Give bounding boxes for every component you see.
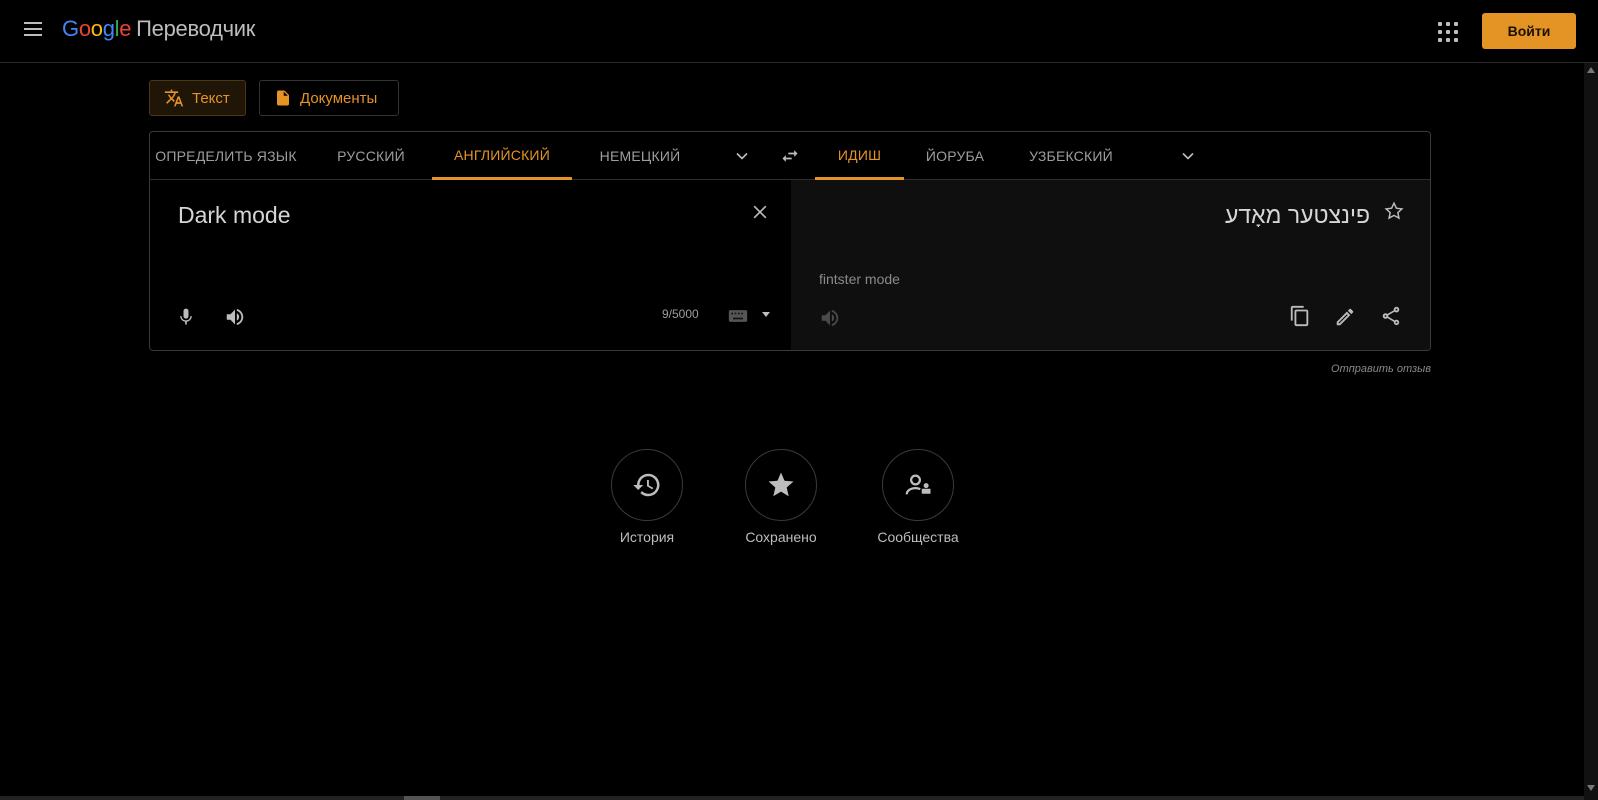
speaker-icon[interactable]	[224, 306, 246, 328]
google-translate-logo[interactable]: Google Переводчик	[62, 16, 255, 42]
mode-text-label: Текст	[192, 89, 230, 107]
tab-detect-language[interactable]: ОПРЕДЕЛИТЬ ЯЗЫК	[150, 132, 302, 180]
caret-down-icon[interactable]	[762, 312, 770, 317]
microphone-icon[interactable]	[176, 306, 196, 328]
tab-source-english[interactable]: АНГЛИЙСКИЙ	[432, 132, 572, 180]
horizontal-scrollbar[interactable]	[0, 796, 1584, 800]
target-pane: פינצטער מאָדע fintster mode	[791, 180, 1430, 350]
star-outline-icon[interactable]	[1383, 200, 1405, 222]
saved-shortcut[interactable]: Сохранено	[724, 449, 834, 549]
top-app-bar: Google Переводчик Войти	[0, 0, 1598, 63]
logo-letter: e	[119, 16, 132, 41]
transliteration-text: fintster mode	[819, 271, 900, 287]
history-label: История	[619, 529, 675, 545]
scroll-up-arrow-icon[interactable]	[1587, 67, 1595, 73]
source-text-input[interactable]: Dark mode	[178, 202, 290, 229]
translator-card: ОПРЕДЕЛИТЬ ЯЗЫК РУССКИЙ АНГЛИЙСКИЙ НЕМЕЦ…	[149, 131, 1431, 351]
language-bar: ОПРЕДЕЛИТЬ ЯЗЫК РУССКИЙ АНГЛИЙСКИЙ НЕМЕЦ…	[150, 132, 1430, 180]
translation-output: פינצטער מאָדע	[1225, 202, 1370, 228]
logo-letter: o	[78, 16, 91, 41]
community-label: Сообщества	[877, 529, 959, 545]
community-person-icon	[905, 474, 931, 495]
send-feedback-link[interactable]: Отправить отзыв	[1331, 363, 1431, 375]
community-button[interactable]	[882, 449, 954, 521]
character-counter: 9/5000	[662, 307, 699, 321]
speaker-icon	[821, 309, 839, 327]
chevron-down-icon[interactable]	[1178, 146, 1198, 166]
chevron-down-icon[interactable]	[732, 146, 752, 166]
saved-button[interactable]	[745, 449, 817, 521]
copy-icon[interactable]	[1289, 304, 1311, 328]
history-icon	[633, 473, 660, 497]
keyboard-icon[interactable]	[728, 308, 772, 324]
saved-label: Сохранено	[745, 529, 817, 545]
apps-grid-icon[interactable]	[1436, 20, 1460, 44]
menu-icon[interactable]	[20, 18, 46, 44]
scrollbar-thumb[interactable]	[404, 796, 440, 800]
tab-source-german[interactable]: НЕМЕЦКИЙ	[584, 132, 696, 180]
tab-source-russian[interactable]: РУССКИЙ	[326, 132, 416, 180]
mode-documents-button[interactable]: Документы	[259, 80, 399, 116]
logo-letter: g	[102, 16, 115, 41]
source-pane: Dark mode 9/5000	[150, 180, 791, 350]
logo-letter: o	[90, 16, 103, 41]
share-icon[interactable]	[1380, 305, 1402, 327]
translate-icon	[164, 89, 184, 107]
vertical-scrollbar[interactable]	[1584, 63, 1598, 800]
document-icon	[277, 90, 289, 106]
mode-documents-label: Документы	[300, 89, 378, 107]
edit-pencil-icon[interactable]	[1334, 306, 1356, 328]
logo-letter: G	[62, 16, 79, 41]
scroll-down-arrow-icon[interactable]	[1587, 785, 1595, 791]
tab-target-yoruba[interactable]: ЙОРУБА	[912, 132, 998, 180]
close-icon[interactable]	[750, 202, 770, 222]
swap-languages-icon[interactable]	[779, 146, 801, 166]
history-button[interactable]	[611, 449, 683, 521]
product-name: Переводчик	[136, 16, 256, 41]
history-shortcut[interactable]: История	[590, 449, 700, 549]
mode-text-button[interactable]: Текст	[149, 80, 246, 116]
tab-target-uzbek[interactable]: УЗБЕКСКИЙ	[1016, 132, 1126, 180]
tab-target-yiddish[interactable]: ИДИШ	[815, 132, 904, 180]
star-icon	[768, 472, 794, 497]
signin-button[interactable]: Войти	[1482, 13, 1576, 49]
community-shortcut[interactable]: Сообщества	[861, 449, 971, 549]
